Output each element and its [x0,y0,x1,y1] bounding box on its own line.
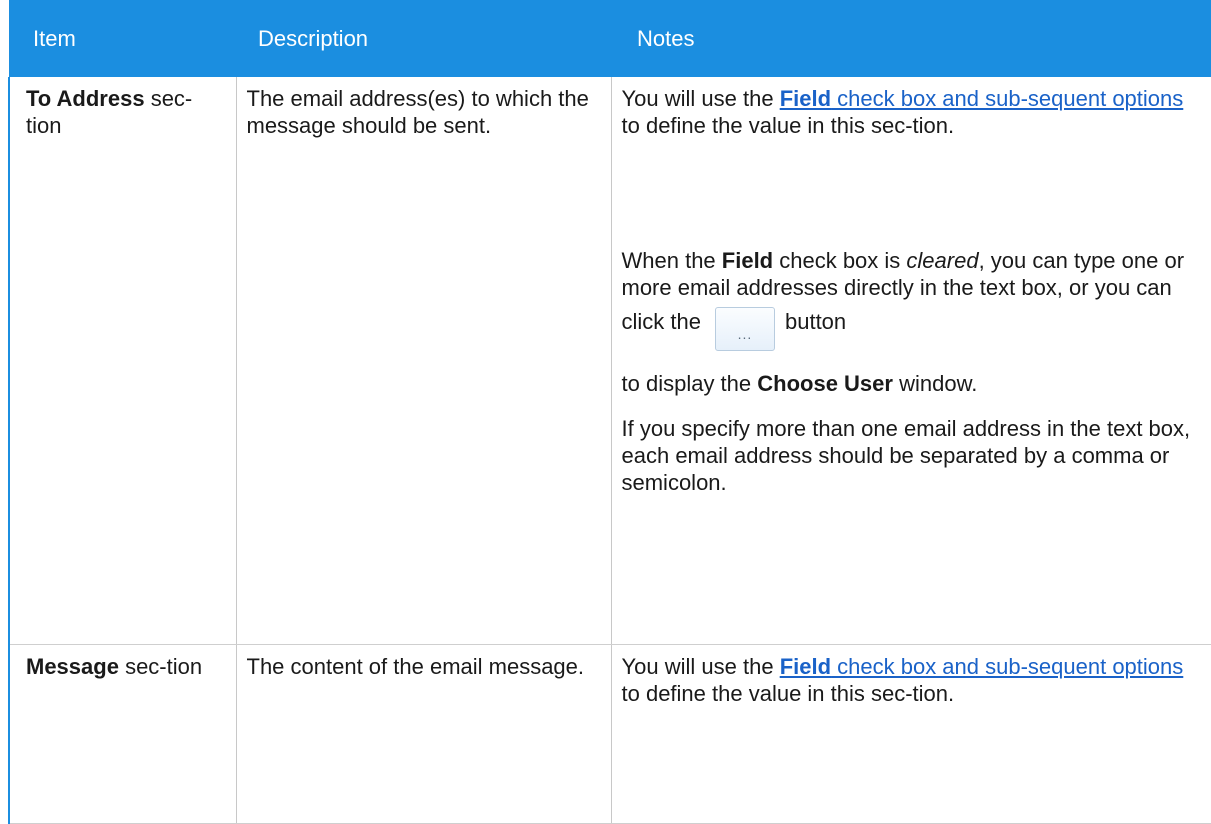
field-options-link[interactable]: Field check box and sub-sequent options [780,654,1184,679]
bold-term: Choose User [757,371,893,396]
header-item: Item [9,0,236,77]
fields-table: Item Description Notes To Address sec-ti… [8,0,1211,824]
notes-cell: You will use the Field check box and sub… [610,644,1211,824]
notes-text: You will use the [621,86,780,111]
description-text: The email address(es) to which the messa… [246,86,589,138]
header-row: Item Description Notes [9,0,1211,77]
field-options-link[interactable]: Field check box and sub-sequent options [780,86,1184,111]
description-text: The content of the email message. [246,654,585,679]
header-description: Description [236,0,611,77]
notes-paragraph: You will use the Field check box and sub… [622,653,1197,707]
link-bold-text: Field [779,654,832,679]
item-name: Message [26,654,119,679]
notes-text: window. [892,371,978,396]
description-cell: The email address(es) to which the messa… [235,77,611,645]
item-name: To Address [26,86,145,111]
bold-term: Field [721,248,774,273]
notes-text: to define the value in this sec-tion. [621,113,955,138]
button-label: ... [737,326,753,342]
link-text: check box and sub-sequent options [831,654,1184,679]
notes-text: When the [621,248,722,273]
notes-paragraph: When the Field check box is cleared, you… [622,247,1197,397]
notes-text: button [784,308,847,334]
item-suffix: sec-tion [118,654,203,679]
table-row: Message sec-tion The content of the emai… [8,644,1211,824]
table-header: Item Description Notes [9,0,1211,77]
notes-text: check box is [773,248,907,273]
link-text: check box and sub-sequent options [831,86,1184,111]
item-cell: To Address sec-tion [8,77,236,645]
description-cell: The content of the email message. [235,644,611,824]
item-cell: Message sec-tion [8,644,236,824]
browse-users-button[interactable]: ... [714,307,775,351]
notes-paragraph: If you specify more than one email addre… [621,416,1191,495]
notes-cell: You will use the Field check box and sub… [610,77,1211,645]
link-bold-text: Field [779,86,832,111]
italic-term: cleared [906,248,979,273]
notes-text: You will use the [621,654,780,679]
notes-paragraph: You will use the Field check box and sub… [622,85,1197,139]
notes-text: to display the [621,371,758,396]
table-row: To Address sec-tion The email address(es… [8,77,1211,645]
notes-text: to define the value in this sec-tion. [621,681,955,706]
document-page: Item Description Notes To Address sec-ti… [0,0,1211,824]
header-notes: Notes [611,0,1211,77]
